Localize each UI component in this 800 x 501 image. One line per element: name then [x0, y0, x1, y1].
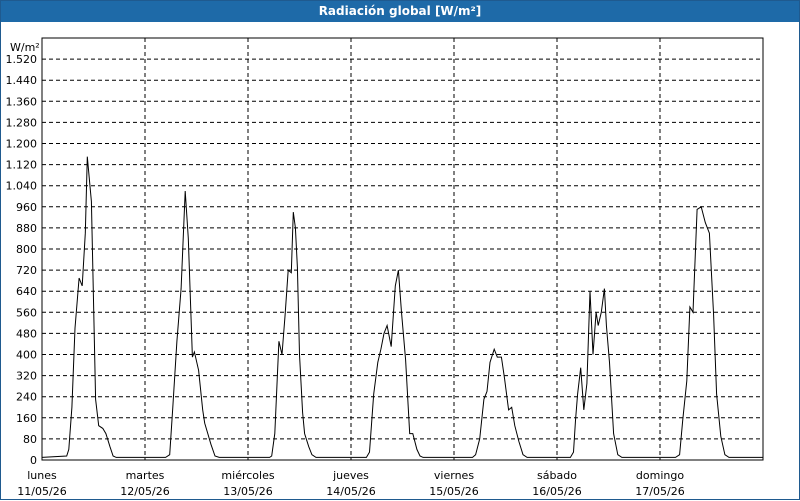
y-tick-label: 1.200	[6, 138, 38, 151]
y-tick-label: 320	[16, 370, 37, 383]
x-tick-date: 11/05/26	[17, 485, 66, 498]
x-tick-day: martes	[126, 469, 165, 482]
y-tick-label: 1.120	[6, 159, 38, 172]
y-tick-label: 400	[16, 349, 37, 362]
y-tick-label: 1.520	[6, 53, 38, 66]
y-tick-label: 880	[16, 222, 37, 235]
x-tick-day: viernes	[434, 469, 474, 482]
x-tick-day: jueves	[332, 469, 369, 482]
y-tick-label: 960	[16, 201, 37, 214]
chart-plot: W/m² 0 80 160 240 320 400 480 560 640 720 800 880 96…	[6, 37, 764, 498]
y-tick-label: 480	[16, 327, 37, 340]
x-tick-date: 12/05/26	[120, 485, 169, 498]
y-tick-label: 1.440	[6, 74, 38, 87]
y-tick-label: 160	[16, 412, 37, 425]
y-tick-label: 720	[16, 264, 37, 277]
chart-window: Radiación global [W/m²] W/m² 0 80 160 240 32…	[0, 0, 800, 500]
y-tick-label: 80	[23, 433, 37, 446]
y-axis-label: W/m²	[10, 41, 40, 54]
y-tick-label: 240	[16, 391, 37, 404]
y-tick-label: 1.360	[6, 95, 38, 108]
x-tick-date: 14/05/26	[326, 485, 375, 498]
x-tick-date: 16/05/26	[532, 485, 581, 498]
x-tick-date: 17/05/26	[635, 485, 684, 498]
x-tick-date: 15/05/26	[429, 485, 478, 498]
y-tick-label: 560	[16, 306, 37, 319]
y-tick-label: 1.040	[6, 180, 38, 193]
y-tick-label: 640	[16, 285, 37, 298]
series-line	[41, 156, 763, 458]
x-tick-day: lunes	[27, 469, 57, 482]
x-tick-day: domingo	[636, 469, 684, 482]
x-tick-day: sábado	[537, 469, 577, 482]
y-tick-label: 1.280	[6, 116, 38, 129]
y-tick-label: 800	[16, 243, 37, 256]
x-tick-date: 13/05/26	[223, 485, 272, 498]
x-tick-day: miércoles	[221, 469, 274, 482]
y-tick-label: 0	[30, 454, 37, 467]
